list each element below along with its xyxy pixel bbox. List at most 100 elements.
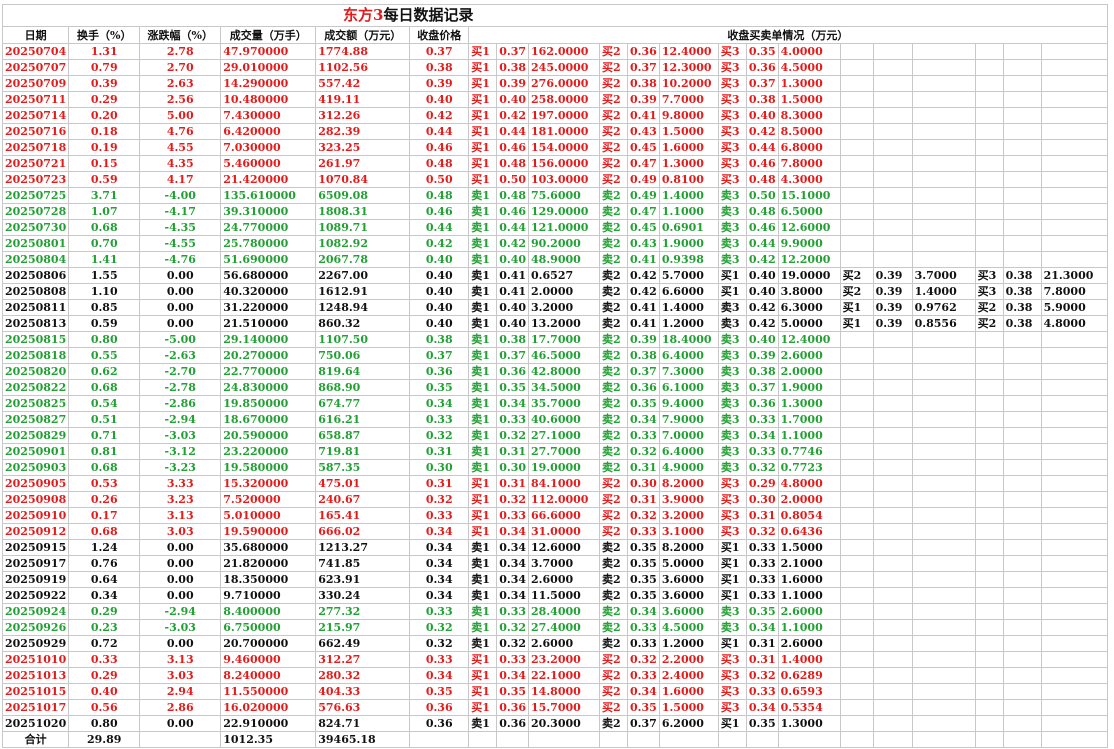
date-cell: 20250707: [1, 59, 70, 76]
order-side-cell: [974, 635, 1004, 652]
title-rest: 每日数据记录: [383, 6, 474, 24]
order-amount-cell: [911, 715, 976, 732]
change-cell: 0.00: [139, 315, 222, 332]
order-price-cell: 0.34: [496, 395, 530, 412]
order-amount-cell: 34.5000: [528, 379, 601, 396]
turnover-cell: 0.56: [68, 699, 141, 716]
turnover-cell: 0.23: [68, 619, 141, 636]
order-amount-cell: [911, 651, 976, 668]
order-side-cell: 买2: [599, 507, 629, 524]
amount-cell: 1089.71: [315, 219, 411, 236]
order-price-cell: [872, 571, 913, 588]
change-cell: -2.78: [139, 379, 222, 396]
close-cell: 0.40: [409, 315, 470, 332]
order-price-cell: 0.34: [496, 523, 530, 540]
order-amount-cell: [911, 475, 976, 492]
order-side-cell: 卖1: [468, 363, 498, 380]
order-price-cell: [1002, 395, 1042, 412]
date-cell: 20250804: [1, 251, 70, 268]
order-amount-cell: 5.9000: [1040, 299, 1108, 316]
turnover-cell: 1.55: [68, 267, 141, 284]
volume-cell: 22.770000: [220, 363, 317, 380]
header-volume: 成交量（万手）: [220, 26, 317, 44]
order-amount-cell: [911, 363, 976, 380]
order-amount-cell: [911, 523, 976, 540]
order-amount-cell: 0.6901: [658, 219, 719, 236]
table-row: 20250804 1.41 -4.76 51.690000 2067.78 0.40 卖1 0…: [1, 251, 1108, 268]
order-side-cell: 买3: [717, 491, 747, 508]
order-amount-cell: 1.1000: [777, 619, 841, 636]
order-price-cell: 0.47: [627, 155, 660, 172]
volume-cell: 51.690000: [220, 251, 317, 268]
order-amount-cell: 31.0000: [528, 523, 601, 540]
order-amount-cell: [1040, 219, 1108, 236]
order-price-cell: 0.32: [627, 651, 660, 668]
date-cell: 20250813: [1, 315, 70, 332]
amount-cell: 1102.56: [315, 59, 411, 76]
order-amount-cell: 3.2000: [658, 507, 719, 524]
order-price-cell: 0.40: [496, 251, 530, 268]
order-price-cell: [872, 219, 913, 236]
change-cell: 2.94: [139, 683, 222, 700]
order-price-cell: [872, 123, 913, 140]
order-amount-cell: 1.6000: [658, 683, 719, 700]
order-price-cell: 0.45: [627, 139, 660, 156]
empty-cell: [658, 731, 719, 748]
order-price-cell: 0.43: [627, 235, 660, 252]
turnover-cell: 0.55: [68, 347, 141, 364]
order-price-cell: [1002, 43, 1042, 60]
amount-cell: 312.26: [315, 107, 411, 124]
order-price-cell: [1002, 667, 1042, 684]
order-price-cell: 0.38: [1002, 283, 1042, 300]
date-cell: 20250704: [1, 43, 70, 60]
volume-cell: 15.320000: [220, 475, 317, 492]
order-amount-cell: 5.7000: [658, 267, 719, 284]
table-row: 20251015 0.40 2.94 11.550000 404.33 0.35 买1 0.3…: [1, 683, 1108, 700]
header-change: 涨跌幅（%）: [139, 26, 222, 44]
order-side-cell: [974, 603, 1004, 620]
close-cell: 0.38: [409, 331, 470, 348]
date-cell: 20251020: [1, 715, 70, 732]
table-row: 20250908 0.26 3.23 7.520000 240.67 0.32 买1 0.32…: [1, 491, 1108, 508]
order-price-cell: [872, 491, 913, 508]
order-amount-cell: 3.6000: [658, 571, 719, 588]
order-amount-cell: [1040, 635, 1108, 652]
order-side-cell: 卖1: [468, 331, 498, 348]
turnover-cell: 0.40: [68, 683, 141, 700]
date-cell: 20250818: [1, 347, 70, 364]
order-price-cell: [872, 587, 913, 604]
order-price-cell: 0.46: [745, 155, 779, 172]
order-amount-cell: [1040, 491, 1108, 508]
turnover-cell: 0.62: [68, 363, 141, 380]
order-side-cell: [839, 171, 874, 188]
table-row: 20250919 0.64 0.00 18.350000 623.91 0.34 卖1 0.3…: [1, 571, 1108, 588]
order-side-cell: 卖3: [717, 299, 747, 316]
order-amount-cell: [911, 491, 976, 508]
order-price-cell: 0.39: [496, 75, 530, 92]
date-cell: 20250806: [1, 267, 70, 284]
order-side-cell: 买1: [717, 267, 747, 284]
change-cell: 0.00: [139, 635, 222, 652]
date-cell: 20250709: [1, 75, 70, 92]
order-side-cell: [974, 411, 1004, 428]
turnover-cell: 0.33: [68, 651, 141, 668]
order-amount-cell: [1040, 507, 1108, 524]
order-amount-cell: 7.9000: [658, 411, 719, 428]
order-amount-cell: 12.2000: [777, 251, 841, 268]
order-side-cell: [839, 91, 874, 108]
order-side-cell: 买1: [717, 571, 747, 588]
order-side-cell: 卖2: [599, 267, 629, 284]
order-price-cell: 0.38: [1002, 315, 1042, 332]
change-cell: -4.35: [139, 219, 222, 236]
amount-cell: 819.64: [315, 363, 411, 380]
order-side-cell: 卖3: [717, 427, 747, 444]
turnover-cell: 0.64: [68, 571, 141, 588]
order-amount-cell: 7.7000: [658, 91, 719, 108]
order-price-cell: [872, 363, 913, 380]
date-cell: 20250924: [1, 603, 70, 620]
order-side-cell: 买2: [974, 315, 1004, 332]
order-price-cell: 0.37: [745, 379, 779, 396]
order-side-cell: [839, 587, 874, 604]
volume-cell: 24.830000: [220, 379, 317, 396]
order-side-cell: 卖1: [468, 347, 498, 364]
